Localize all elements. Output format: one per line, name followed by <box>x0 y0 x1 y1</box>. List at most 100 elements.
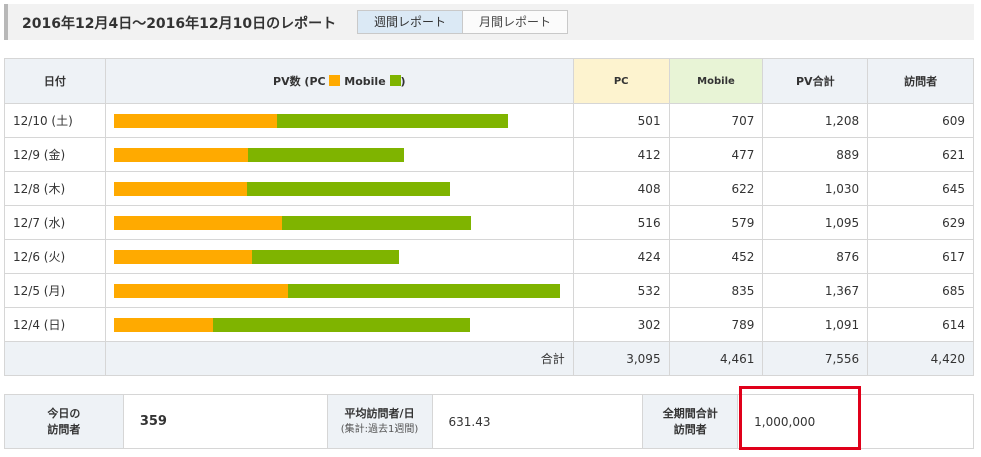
row-visitors: 621 <box>867 137 974 172</box>
row-date: 12/6 (火) <box>4 239 106 274</box>
today-visitors-label: 今日の 訪問者 <box>4 394 124 449</box>
total-pv: 7,556 <box>762 341 869 376</box>
row-pc: 501 <box>572 103 670 138</box>
header-mobile: Mobile <box>668 58 764 104</box>
tab-weekly-report[interactable]: 週間レポート <box>357 10 464 34</box>
tab-monthly-report[interactable]: 月間レポート <box>463 10 569 34</box>
mobile-bar-segment <box>251 249 399 264</box>
mobile-bar-segment <box>276 113 508 128</box>
pc-bar-segment <box>113 283 288 298</box>
total-pc: 3,095 <box>572 341 670 376</box>
mobile-legend-swatch <box>389 75 401 86</box>
row-pc: 516 <box>572 205 670 240</box>
today-visitors-value: 359 <box>122 394 328 449</box>
mobile-bar-segment <box>281 215 471 230</box>
row-visitors: 617 <box>867 239 974 274</box>
row-pc: 412 <box>572 137 670 172</box>
alltime-label-line2: 訪問者 <box>673 422 707 436</box>
header-pv-suffix: ) <box>400 75 406 88</box>
today-label-line2: 訪問者 <box>47 422 81 436</box>
row-visitors: 614 <box>867 307 974 342</box>
table-row: 12/10 (土) 501 707 1,208 609 <box>4 103 974 138</box>
row-date: 12/4 (日) <box>4 307 106 342</box>
row-pc: 302 <box>572 307 670 342</box>
row-pv-total: 1,095 <box>762 205 869 240</box>
mobile-bar-segment <box>246 181 450 196</box>
row-pc: 408 <box>572 171 670 206</box>
row-mobile: 835 <box>668 273 764 308</box>
avg-visitors-value: 631.43 <box>431 394 644 449</box>
row-pv-bar <box>104 239 574 274</box>
table-row: 12/7 (水) 516 579 1,095 629 <box>4 205 974 240</box>
row-mobile: 452 <box>668 239 764 274</box>
pv-bar <box>113 181 565 196</box>
mobile-bar-segment <box>247 147 404 162</box>
today-label-line1: 今日の <box>47 406 81 420</box>
row-pv-bar <box>104 273 574 308</box>
report-title: 2016年12月4日～2016年12月10日のレポート <box>22 16 337 32</box>
row-pv-bar <box>104 137 574 172</box>
row-pv-bar <box>104 171 574 206</box>
total-label: 合計 <box>104 341 574 376</box>
pc-bar-segment <box>113 147 248 162</box>
total-mobile: 4,461 <box>668 341 764 376</box>
row-pc: 424 <box>572 239 670 274</box>
table-row: 12/6 (火) 424 452 876 617 <box>4 239 974 274</box>
row-pv-total: 1,208 <box>762 103 869 138</box>
row-visitors: 629 <box>867 205 974 240</box>
header-visitors: 訪問者 <box>867 58 974 104</box>
row-pv-total: 1,091 <box>762 307 869 342</box>
header-pc: PC <box>572 58 670 104</box>
avg-label-line2: (集計:過去1週間) <box>340 423 419 435</box>
pc-legend-swatch <box>329 75 341 86</box>
row-date: 12/9 (金) <box>4 137 106 172</box>
mobile-bar-segment <box>212 317 470 332</box>
row-pv-total: 876 <box>762 239 869 274</box>
pc-bar-segment <box>113 113 277 128</box>
row-mobile: 789 <box>668 307 764 342</box>
avg-visitors-label: 平均訪問者/日 (集計:過去1週間) <box>326 394 433 449</box>
row-mobile: 622 <box>668 171 764 206</box>
total-visitors: 4,420 <box>867 341 974 376</box>
row-pv-bar <box>104 205 574 240</box>
row-visitors: 685 <box>867 273 974 308</box>
row-date: 12/8 (木) <box>4 171 106 206</box>
pv-bar <box>113 113 565 128</box>
row-date: 12/5 (月) <box>4 273 106 308</box>
pc-bar-segment <box>113 317 213 332</box>
header-pv-total: PV合計 <box>762 58 869 104</box>
row-pc: 532 <box>572 273 670 308</box>
alltime-label-line1: 全期間合計 <box>662 406 718 420</box>
pv-report-table: 日付 PV数 (PC Mobile ) PC Mobile PV合計 訪問者 1… <box>4 58 974 376</box>
row-pv-total: 889 <box>762 137 869 172</box>
total-blank-cell <box>4 341 106 376</box>
header-pv-mobile: Mobile <box>344 75 386 88</box>
pc-bar-segment <box>113 249 252 264</box>
table-header-row: 日付 PV数 (PC Mobile ) PC Mobile PV合計 訪問者 <box>4 58 974 104</box>
header-date: 日付 <box>4 58 106 104</box>
highlight-box <box>739 386 861 450</box>
avg-label-line1: 平均訪問者/日 <box>344 406 415 420</box>
row-visitors: 645 <box>867 171 974 206</box>
row-date: 12/10 (土) <box>4 103 106 138</box>
table-row: 12/9 (金) 412 477 889 621 <box>4 137 974 172</box>
row-pv-total: 1,367 <box>762 273 869 308</box>
row-visitors: 609 <box>867 103 974 138</box>
header-pv-prefix: PV数 (PC <box>273 75 326 88</box>
mobile-bar-segment <box>287 283 560 298</box>
table-row: 12/4 (日) 302 789 1,091 614 <box>4 307 974 342</box>
row-pv-bar <box>104 103 574 138</box>
pv-bar <box>113 147 565 162</box>
pv-bar <box>113 317 565 332</box>
table-body: 12/10 (土) 501 707 1,208 609 12/9 (金) 412 477 889… <box>4 103 974 342</box>
report-header: 2016年12月4日～2016年12月10日のレポート 週間レポート 月間レポー… <box>4 4 974 40</box>
pc-bar-segment <box>113 215 282 230</box>
row-date: 12/7 (水) <box>4 205 106 240</box>
row-mobile: 579 <box>668 205 764 240</box>
table-row: 12/5 (月) 532 835 1,367 685 <box>4 273 974 308</box>
table-row: 12/8 (木) 408 622 1,030 645 <box>4 171 974 206</box>
alltime-visitors-label: 全期間合計 訪問者 <box>642 394 739 449</box>
total-row: 合計 3,095 4,461 7,556 4,420 <box>4 341 974 376</box>
pv-bar <box>113 283 565 298</box>
row-mobile: 477 <box>668 137 764 172</box>
